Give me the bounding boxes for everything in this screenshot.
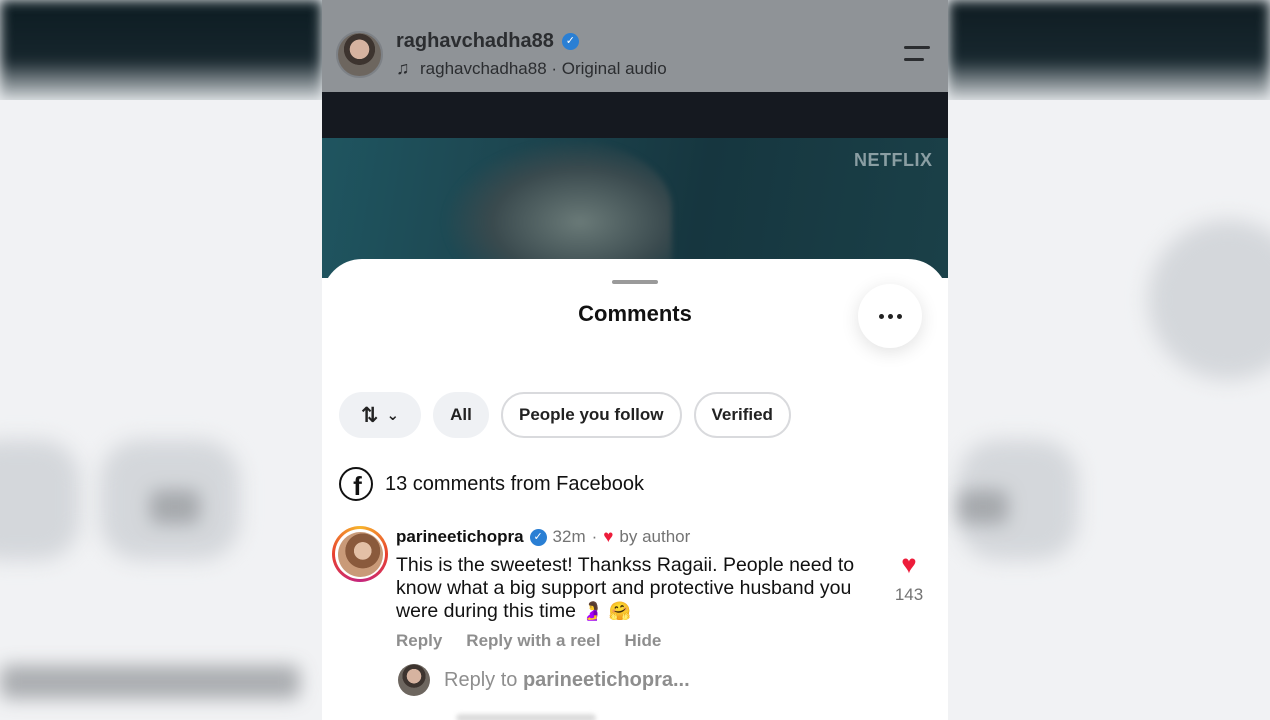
facebook-icon: f xyxy=(339,467,373,501)
verified-badge-icon: ✓ xyxy=(529,528,547,546)
chevron-down-icon: ⌄ xyxy=(386,407,400,424)
reply-prefix: Reply to xyxy=(444,668,518,691)
background-top-blur xyxy=(948,0,1270,100)
reel-audio[interactable]: ♫ raghavchadha88 · Original audio xyxy=(396,58,667,79)
facebook-comments-row[interactable]: f 13 comments from Facebook xyxy=(339,466,644,502)
background-text-blur xyxy=(958,490,1008,524)
current-user-avatar xyxy=(398,664,430,696)
filter-people-you-follow[interactable]: People you follow xyxy=(501,392,682,438)
reel-header: raghavchadha88 ✓ ♫ raghavchadha88 · Orig… xyxy=(322,0,948,92)
comment-text: This is the sweetest! Thankss Ragaii. Pe… xyxy=(396,554,876,623)
music-note-icon: ♫ xyxy=(396,58,410,78)
more-icon[interactable] xyxy=(858,284,922,348)
comments-title: Comments xyxy=(578,301,692,326)
netflix-watermark: NETFLIX xyxy=(854,150,933,170)
like-heart-icon[interactable]: ♥ xyxy=(888,551,930,577)
reply-input-row[interactable]: Reply to parineetichopra... xyxy=(398,664,690,696)
background-left xyxy=(0,0,322,720)
reel-video-letterbox xyxy=(322,92,948,138)
reply-input[interactable]: Reply to parineetichopra... xyxy=(444,669,690,692)
background-top-blur xyxy=(0,0,322,100)
verified-badge-icon: ✓ xyxy=(561,33,579,50)
filter-all[interactable]: All xyxy=(433,392,489,438)
comments-sheet: Comments ⇅ ⌄ All People you follow Verif… xyxy=(322,259,948,720)
comment-emoji: 🤰 🤗 xyxy=(581,601,632,621)
reel-author-username[interactable]: raghavchadha88 xyxy=(396,30,554,53)
like-count: 143 xyxy=(894,585,924,604)
background-text-blur xyxy=(150,490,200,524)
hide-button[interactable]: Hide xyxy=(624,631,661,651)
reel-audio-label[interactable]: raghavchadha88 · Original audio xyxy=(420,59,667,79)
next-comment-peek xyxy=(456,714,596,720)
video-frame xyxy=(442,138,672,278)
background-mid xyxy=(0,100,322,720)
comment-time: 32m xyxy=(552,527,586,546)
comment-actions: Reply Reply with a reel Hide xyxy=(396,631,661,651)
menu-icon[interactable] xyxy=(902,44,932,64)
comment-like[interactable]: ♥ 143 xyxy=(888,551,930,605)
reply-button[interactable]: Reply xyxy=(396,631,442,651)
comment-filters: ⇅ ⌄ All People you follow Verified xyxy=(339,392,791,438)
reel-author[interactable]: raghavchadha88 ✓ xyxy=(396,30,579,53)
sheet-drag-handle[interactable] xyxy=(612,280,658,284)
reel-author-avatar[interactable] xyxy=(336,31,383,78)
background-mid xyxy=(948,100,1270,720)
commenter-username[interactable]: parineetichopra xyxy=(396,527,524,547)
sort-icon: ⇅ xyxy=(360,403,379,427)
reply-with-reel-button[interactable]: Reply with a reel xyxy=(466,631,600,651)
background-text-blur xyxy=(0,665,300,699)
phone-screen: raghavchadha88 ✓ ♫ raghavchadha88 · Orig… xyxy=(322,0,948,720)
liked-by-author-label: by author xyxy=(619,527,691,546)
sort-button[interactable]: ⇅ ⌄ xyxy=(339,392,421,438)
reel-video[interactable]: NETFLIX xyxy=(322,138,948,278)
reply-target: parineetichopra... xyxy=(522,668,690,691)
comment-meta: parineetichopra ✓ 32m · ♥ by author xyxy=(396,527,690,547)
facebook-comments-label: 13 comments from Facebook xyxy=(385,472,644,495)
meta-separator: · xyxy=(591,527,598,546)
commenter-avatar[interactable] xyxy=(332,526,388,582)
author-liked-heart-icon: ♥ xyxy=(603,527,614,546)
filter-verified[interactable]: Verified xyxy=(693,392,791,438)
background-blob xyxy=(0,440,80,560)
background-right xyxy=(948,0,1270,720)
